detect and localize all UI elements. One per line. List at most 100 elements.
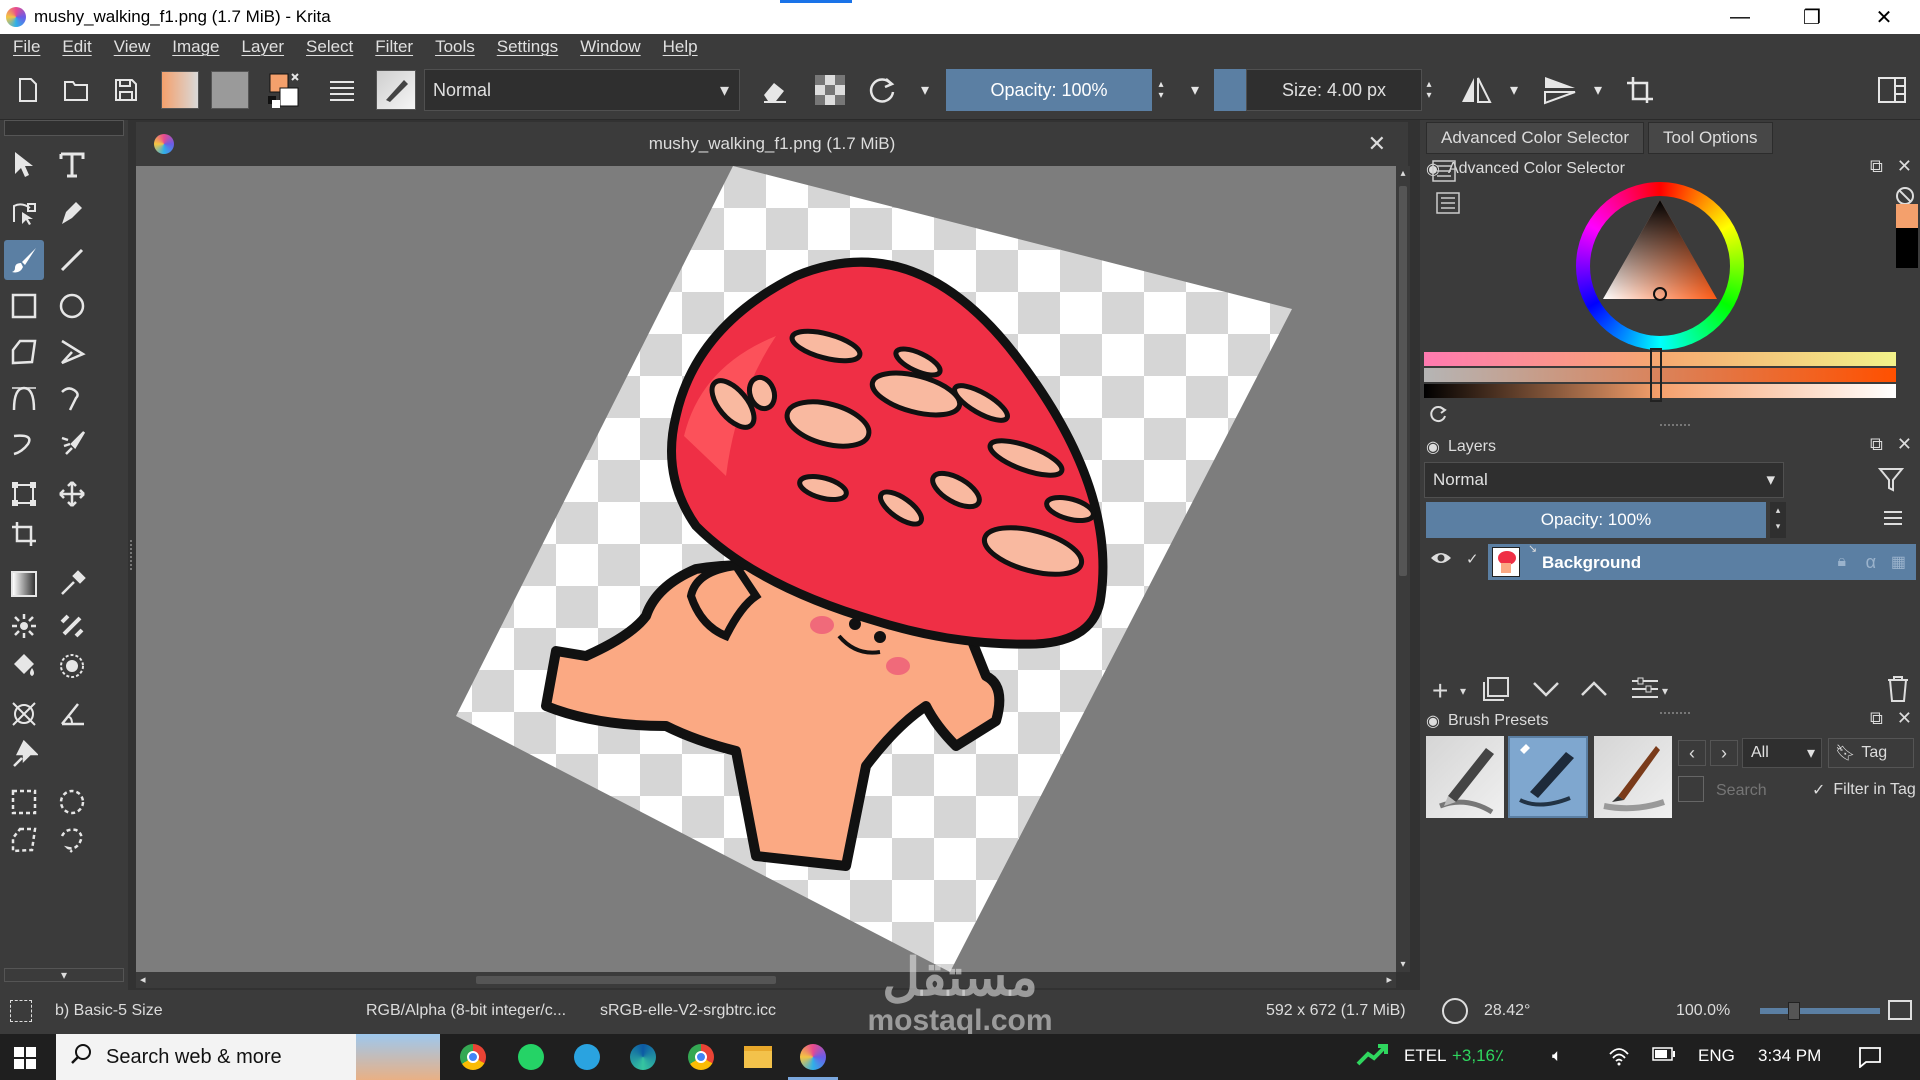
calligraphy-tool-icon[interactable]	[52, 192, 92, 232]
menu-tools[interactable]: Tools	[422, 37, 484, 57]
chrome-icon[interactable]	[460, 1044, 486, 1070]
ellipse-select-tool-icon[interactable]	[52, 782, 92, 822]
layer-opacity-slider[interactable]: Opacity: 100%	[1426, 502, 1766, 538]
polygon-select-tool-icon[interactable]	[4, 820, 44, 860]
gradient-tool-icon[interactable]	[4, 564, 44, 604]
vertical-scrollbar[interactable]: ▴ ▾	[1396, 166, 1410, 972]
menu-filter[interactable]: Filter	[362, 37, 422, 57]
dynamic-brush-tool-icon[interactable]	[4, 424, 44, 464]
slider-marker[interactable]	[1650, 348, 1662, 402]
freehand-select-tool-icon[interactable]	[52, 820, 92, 860]
opacity-slider[interactable]: Opacity: 100%	[946, 69, 1152, 111]
menu-file[interactable]: File	[0, 37, 49, 57]
battery-icon[interactable]	[1652, 1046, 1676, 1066]
gradient-preset-icon[interactable]	[160, 70, 200, 110]
language-indicator[interactable]: ENG	[1698, 1046, 1735, 1066]
menu-edit[interactable]: Edit	[49, 37, 100, 57]
select-shape-tool-icon[interactable]	[4, 144, 44, 184]
transform-tool-icon[interactable]	[4, 474, 44, 514]
ellipse-tool-icon[interactable]	[52, 286, 92, 326]
clock[interactable]: 3:34 PM	[1758, 1046, 1821, 1066]
new-document-icon[interactable]	[12, 70, 44, 110]
scroll-left-icon[interactable]: ◂	[140, 973, 146, 986]
horizontal-scroll-thumb[interactable]	[476, 976, 776, 984]
multibrush-tool-icon[interactable]	[52, 424, 92, 464]
tag-button[interactable]: 🔖︎ Tag	[1828, 738, 1914, 768]
taskbar-search-box[interactable]: Search web & more	[56, 1034, 440, 1080]
menu-layer[interactable]: Layer	[229, 37, 294, 57]
brush-settings-icon[interactable]	[324, 70, 360, 110]
background-color-swatch[interactable]	[1896, 228, 1918, 268]
pattern-preset-icon[interactable]	[210, 70, 250, 110]
freehand-path-tool-icon[interactable]	[52, 378, 92, 418]
smart-patch-tool-icon[interactable]	[4, 606, 44, 646]
mirror-horizontal-icon[interactable]	[1458, 70, 1494, 110]
freehand-brush-tool-icon[interactable]	[4, 240, 44, 280]
brush-preset-item-selected[interactable]	[1508, 736, 1588, 818]
preset-search-input[interactable]	[1710, 776, 1800, 806]
chevron-down-icon[interactable]: ▾	[1586, 70, 1610, 110]
move-tool-icon[interactable]	[52, 474, 92, 514]
rect-select-tool-icon[interactable]	[4, 782, 44, 822]
lock-icon[interactable]: ◉	[1426, 437, 1440, 457]
bezier-tool-icon[interactable]	[4, 378, 44, 418]
mirror-vertical-icon[interactable]	[1540, 70, 1580, 110]
blend-mode-select[interactable]: Normal ▾	[424, 69, 740, 111]
measure-tool-icon[interactable]	[52, 694, 92, 734]
layer-row-background[interactable]: ✓ ↘ Background 🔒︎ α ▦	[1426, 543, 1916, 580]
menu-view[interactable]: View	[101, 37, 160, 57]
chevron-down-icon[interactable]: ▾	[1502, 70, 1526, 110]
preset-tag-filter-select[interactable]: All ▾	[1742, 738, 1822, 768]
rotation-icon[interactable]	[1442, 998, 1468, 1024]
chrome-icon-2[interactable]	[688, 1044, 714, 1070]
next-tag-button[interactable]: ›	[1710, 740, 1738, 766]
menu-image[interactable]: Image	[159, 37, 228, 57]
refresh-icon[interactable]	[1428, 404, 1450, 426]
assistant-tool-icon[interactable]	[4, 694, 44, 734]
delete-layer-icon[interactable]	[1886, 675, 1910, 708]
tab-advanced-color-selector[interactable]: Advanced Color Selector	[1426, 122, 1645, 154]
maximize-button[interactable]: ❐	[1776, 0, 1848, 34]
reference-images-tool-icon[interactable]	[4, 734, 44, 774]
fg-bg-color-icon[interactable]	[262, 70, 306, 110]
menu-window[interactable]: Window	[567, 37, 649, 57]
scroll-right-icon[interactable]: ▸	[1386, 973, 1392, 986]
canvas-area[interactable]	[136, 166, 1396, 972]
wifi-icon[interactable]	[1608, 1046, 1630, 1071]
docker-toggle-icon[interactable]	[1874, 70, 1910, 110]
layer-properties-icon[interactable]	[1630, 677, 1660, 706]
toolbox-scroll-down-icon[interactable]: ▾	[4, 968, 124, 982]
foreground-color-swatch[interactable]	[1896, 204, 1918, 228]
layer-opacity-spin-icon[interactable]: ▴ ▾	[1770, 502, 1786, 538]
float-panel-icon[interactable]: ⧉	[1870, 434, 1883, 455]
layer-checkbox[interactable]: ✓	[1466, 550, 1480, 568]
colorize-mask-tool-icon[interactable]	[52, 606, 92, 646]
scroll-down-icon[interactable]: ▾	[1396, 959, 1410, 970]
krita-taskbar-icon[interactable]	[800, 1044, 826, 1070]
layer-lock-icon[interactable]: 🔒︎	[1837, 553, 1846, 571]
volume-icon[interactable]: 🔈︎	[1552, 1046, 1562, 1066]
text-tool-icon[interactable]	[52, 144, 92, 184]
document-tab[interactable]: mushy_walking_f1.png (1.7 MiB) ✕	[136, 122, 1408, 166]
edge-icon[interactable]	[630, 1044, 656, 1070]
splitter-handle[interactable]	[130, 540, 134, 570]
reload-preset-icon[interactable]	[864, 70, 900, 110]
chevron-down-icon[interactable]: ▾	[1182, 70, 1208, 110]
chevron-down-icon[interactable]: ▾	[1662, 684, 1668, 698]
line-tool-icon[interactable]	[52, 240, 92, 280]
wrap-around-icon[interactable]	[1622, 70, 1658, 110]
layers-menu-icon[interactable]	[1882, 508, 1908, 532]
layer-blend-mode-select[interactable]: Normal ▾	[1424, 462, 1784, 498]
previous-tag-button[interactable]: ‹	[1678, 740, 1706, 766]
save-icon[interactable]	[110, 70, 142, 110]
layer-filter-icon[interactable]	[1877, 466, 1908, 496]
close-panel-icon[interactable]: ✕	[1897, 708, 1912, 729]
file-explorer-icon[interactable]	[744, 1046, 772, 1068]
close-window-button[interactable]: ✕	[1848, 0, 1920, 34]
size-spin-icon[interactable]: ▴ ▾	[1422, 72, 1436, 108]
float-panel-icon[interactable]: ⧉	[1870, 156, 1883, 177]
menu-settings[interactable]: Settings	[484, 37, 567, 57]
enclose-fill-tool-icon[interactable]	[52, 646, 92, 686]
crop-tool-icon[interactable]	[4, 514, 44, 554]
tab-tool-options[interactable]: Tool Options	[1648, 122, 1773, 154]
